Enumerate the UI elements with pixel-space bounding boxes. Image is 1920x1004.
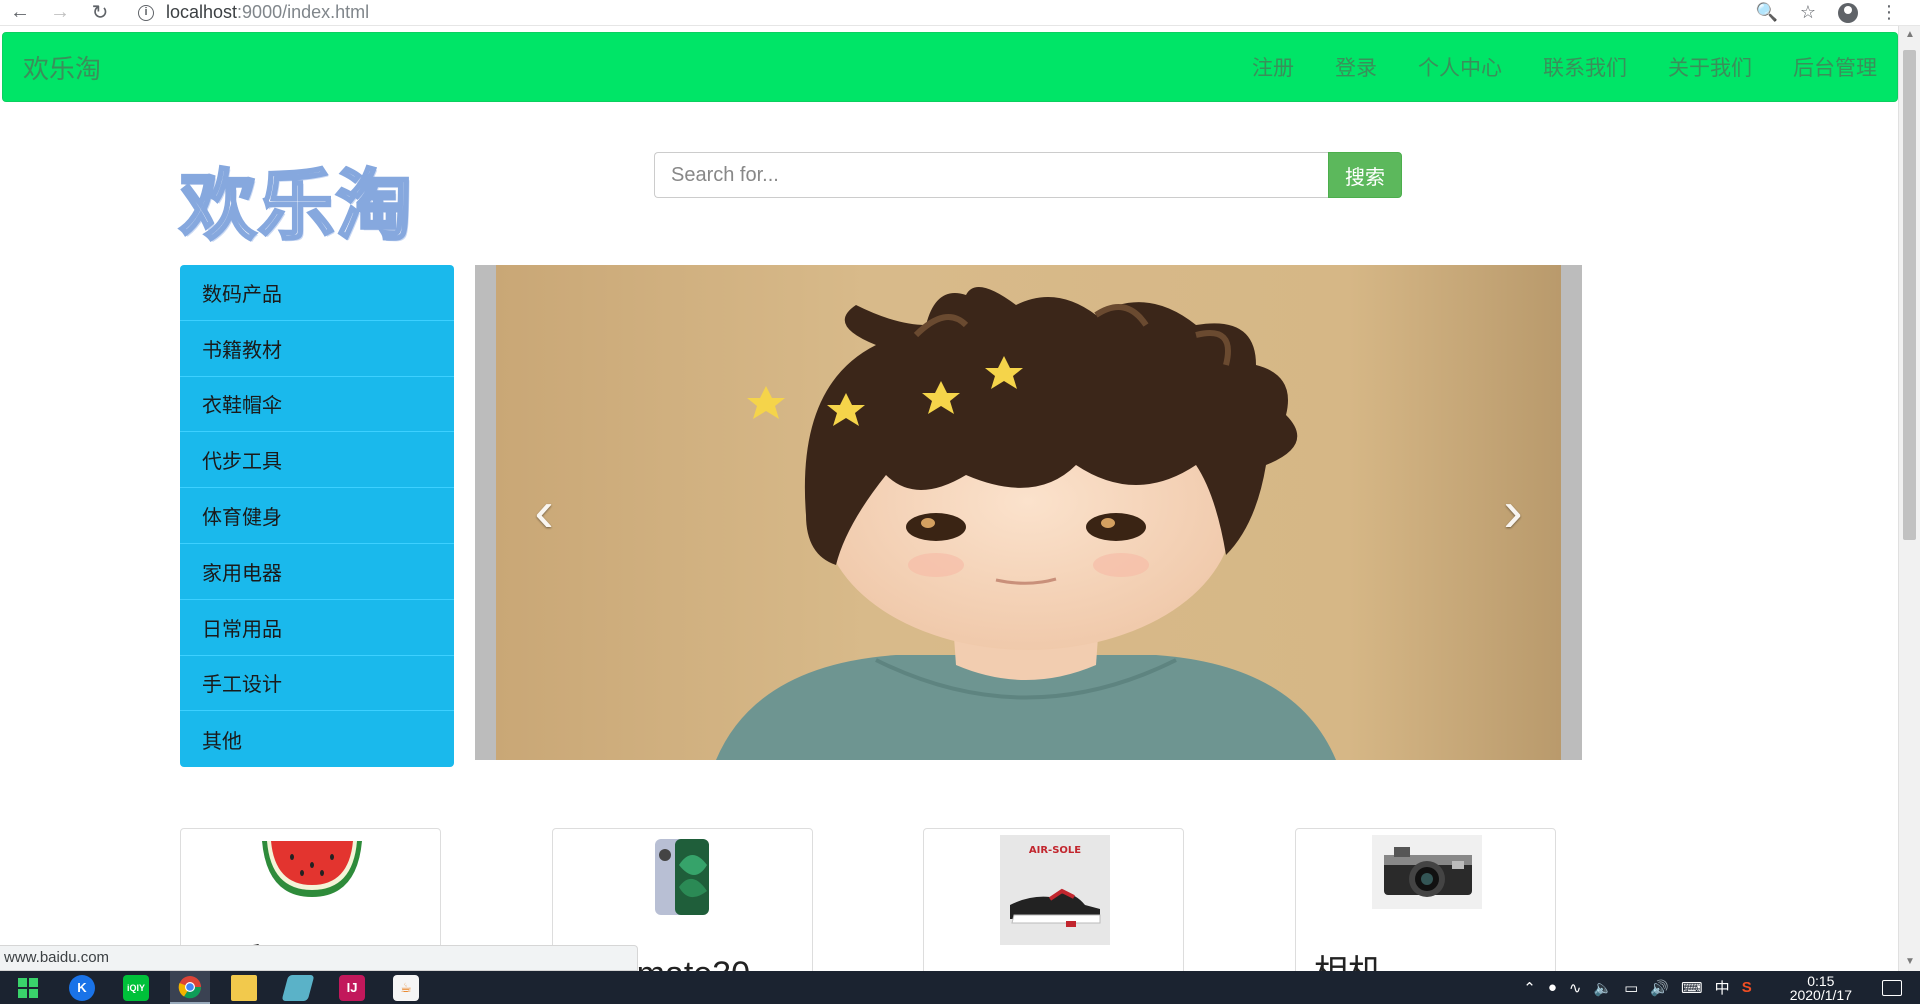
- intellij-app-icon[interactable]: IJ: [332, 971, 372, 1004]
- nav-about-link[interactable]: 关于我们: [1668, 52, 1752, 82]
- sneaker-image: AIR-SOLE: [1000, 835, 1111, 945]
- product-card[interactable]: 相机: [1294, 828, 1556, 971]
- category-item-transport[interactable]: 代步工具: [180, 432, 454, 489]
- product-name: mate30: [637, 955, 750, 971]
- browser-toolbar: ← → ↻ i localhost:9000/index.html 🔍 ☆ ⋮: [0, 0, 1920, 26]
- chrome-app-icon[interactable]: [170, 971, 210, 1004]
- reload-icon[interactable]: ↻: [80, 0, 120, 26]
- top-navbar: 欢乐淘 注册 登录 个人中心 联系我们 关于我们 后台管理: [2, 32, 1898, 102]
- category-item-digital[interactable]: 数码产品: [180, 265, 454, 321]
- address-bar[interactable]: i localhost:9000/index.html: [138, 0, 1755, 26]
- clock-date: 2020/1/17: [1789, 986, 1852, 1003]
- keyboard-icon[interactable]: ⌨: [1681, 979, 1703, 997]
- iqiyi-app-icon[interactable]: iQIY: [116, 971, 156, 1004]
- notification-center-icon[interactable]: [1882, 979, 1902, 996]
- carousel-next-button[interactable]: ›: [1493, 483, 1533, 541]
- watermelon-image: [262, 841, 362, 897]
- ime-indicator[interactable]: 中: [1715, 977, 1730, 998]
- search-bar: 搜索: [654, 152, 1402, 198]
- taskbar-clock[interactable]: 0:15 2020/1/17: [1790, 974, 1852, 1002]
- category-item-handmade[interactable]: 手工设计: [180, 655, 454, 712]
- category-item-appliances[interactable]: 家用电器: [180, 543, 454, 600]
- zoom-icon[interactable]: 🔍: [1755, 2, 1777, 23]
- network-icon[interactable]: ∿: [1569, 979, 1582, 997]
- system-tray: ⌃ ● ∿ 🔈 ▭ 🔊 ⌨ 中 S 0:15 2020/1/17: [1523, 974, 1920, 1002]
- forward-icon[interactable]: →: [40, 0, 80, 26]
- nav-login-link[interactable]: 登录: [1335, 52, 1377, 82]
- chevron-left-icon: ‹: [534, 479, 554, 544]
- scroll-thumb[interactable]: [1903, 50, 1916, 540]
- status-url-tooltip: www.baidu.com: [0, 945, 638, 971]
- category-list: 数码产品 书籍教材 衣鞋帽伞 代步工具 体育健身 家用电器 日常用品 手工设计 …: [180, 265, 454, 768]
- category-item-daily[interactable]: 日常用品: [180, 599, 454, 656]
- phone-image: [654, 839, 709, 915]
- profile-avatar-icon[interactable]: [1838, 2, 1858, 23]
- category-item-books[interactable]: 书籍教材: [180, 320, 454, 377]
- image-carousel[interactable]: ‹ ›: [475, 265, 1582, 760]
- category-item-other[interactable]: 其他: [180, 711, 454, 768]
- page-scrollbar[interactable]: ▲ ▼: [1898, 26, 1920, 971]
- kugou-app-icon[interactable]: K: [62, 971, 102, 1004]
- navbar-links: 注册 登录 个人中心 联系我们 关于我们 后台管理: [1211, 52, 1877, 82]
- windows-start-icon[interactable]: [8, 971, 48, 1004]
- chevron-right-icon: ›: [1503, 479, 1523, 544]
- logo-text: 欢乐淘: [179, 160, 414, 252]
- url-path: :9000/index.html: [237, 2, 370, 22]
- search-button[interactable]: 搜索: [1328, 152, 1402, 198]
- windows-taskbar: K iQIY IJ ☕ ⌃ ● ∿ 🔈 ▭ 🔊 ⌨ 中 S 0:15 2020/…: [0, 971, 1920, 1004]
- category-item-sports[interactable]: 体育健身: [180, 488, 454, 544]
- volume-muted-icon[interactable]: 🔈: [1593, 979, 1612, 997]
- sogou-ime-icon[interactable]: S: [1742, 979, 1752, 996]
- battery-icon[interactable]: ▭: [1624, 979, 1638, 997]
- search-input[interactable]: [654, 152, 1328, 198]
- svg-text:AIR-SOLE: AIR-SOLE: [1029, 845, 1081, 856]
- url-host: localhost: [166, 2, 238, 22]
- nav-register-link[interactable]: 注册: [1252, 52, 1294, 82]
- nav-user-center-link[interactable]: 个人中心: [1418, 52, 1502, 82]
- category-item-clothing[interactable]: 衣鞋帽伞: [180, 376, 454, 433]
- nav-contact-link[interactable]: 联系我们: [1543, 52, 1627, 82]
- java-app-icon[interactable]: ☕: [386, 971, 426, 1004]
- site-info-icon[interactable]: i: [138, 4, 154, 21]
- file-explorer-icon[interactable]: [224, 971, 264, 1004]
- product-name: 相机: [1314, 945, 1382, 971]
- carousel-prev-button[interactable]: ‹: [524, 483, 564, 541]
- nav-admin-link[interactable]: 后台管理: [1793, 52, 1877, 82]
- carousel-slide-image: [496, 265, 1561, 760]
- tray-expand-icon[interactable]: ⌃: [1523, 979, 1536, 997]
- qq-tray-icon[interactable]: ●: [1548, 979, 1557, 996]
- menu-kebab-icon[interactable]: ⋮: [1880, 2, 1898, 23]
- page-viewport: 欢乐淘 注册 登录 个人中心 联系我们 关于我们 后台管理 欢乐淘 搜索 数码产…: [0, 26, 1898, 971]
- bookmark-star-icon[interactable]: ☆: [1800, 2, 1816, 23]
- clock-time: 0:15: [1807, 972, 1835, 989]
- speaker-icon[interactable]: 🔊: [1650, 979, 1669, 997]
- scroll-up-arrow-icon[interactable]: ▲: [1899, 26, 1920, 44]
- notepad-app-icon[interactable]: [278, 971, 318, 1004]
- scroll-down-arrow-icon[interactable]: ▼: [1899, 953, 1920, 971]
- site-logo: 欢乐淘: [179, 156, 440, 256]
- back-icon[interactable]: ←: [0, 0, 40, 26]
- product-card[interactable]: AIR-SOLE: [923, 828, 1185, 971]
- navbar-brand[interactable]: 欢乐淘: [23, 49, 101, 86]
- camera-image: [1371, 835, 1482, 909]
